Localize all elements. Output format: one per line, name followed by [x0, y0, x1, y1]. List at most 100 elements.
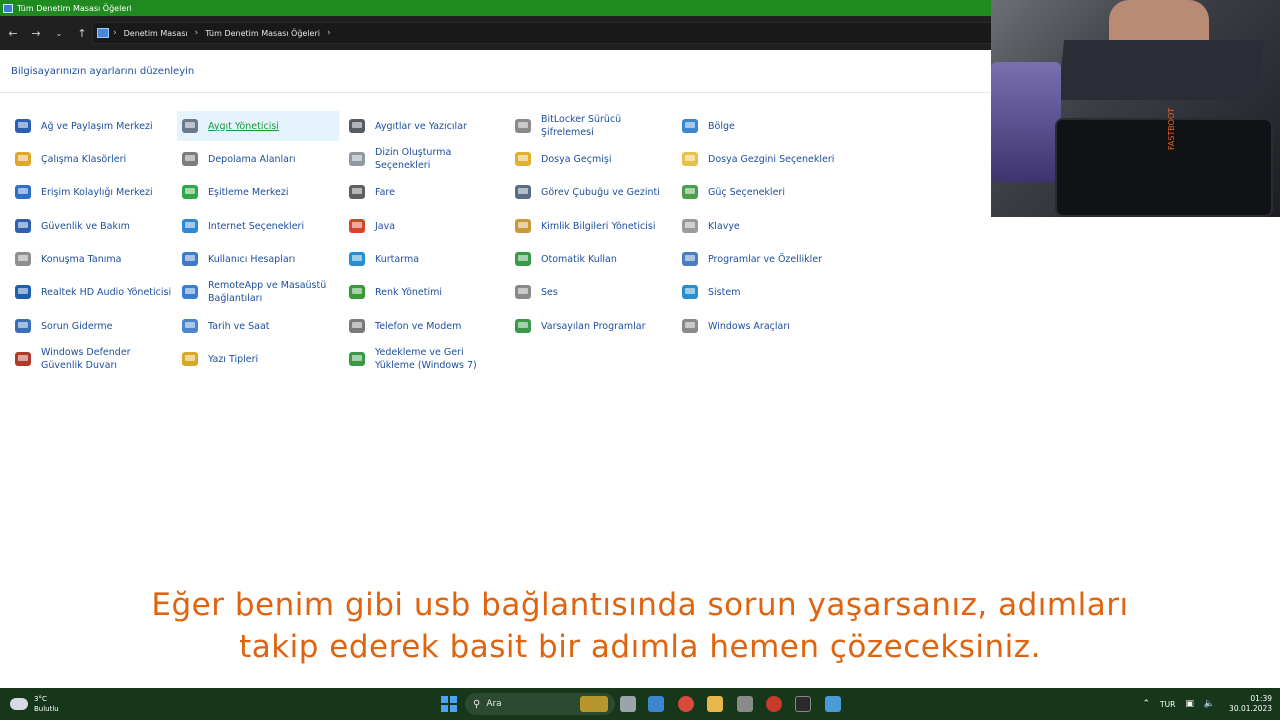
device — [1057, 40, 1265, 100]
recent-chevron-down-icon[interactable]: ⌄ — [49, 23, 69, 43]
breadcrumb-all-items[interactable]: Tüm Denetim Masası Öğeleri — [205, 29, 320, 38]
troubleshoot-icon — [13, 316, 33, 336]
cp-item[interactable]: Realtek HD Audio Yöneticisi — [10, 277, 172, 307]
cp-item[interactable]: Windows Defender Güvenlik Duvarı — [10, 344, 172, 374]
video-subtitle: Eğer benim gibi usb bağlantısında sorun … — [0, 584, 1280, 668]
cp-item[interactable]: Konuşma Tanıma — [10, 244, 172, 274]
default-programs-icon — [513, 316, 533, 336]
autoplay-icon — [513, 249, 533, 269]
cp-item[interactable]: Programlar ve Özellikler — [677, 244, 839, 274]
cp-item[interactable]: Yazı Tipleri — [177, 344, 339, 374]
color-management-icon — [347, 282, 367, 302]
cp-item-label: Görev Çubuğu ve Gezinti — [541, 186, 660, 198]
taskbar: 3°C Bulutlu ⚲ Ara ⌃ TUR ▣ 🔈 01:39 30.01.… — [0, 688, 1280, 720]
users-icon — [180, 249, 200, 269]
cp-item[interactable]: Aygıtlar ve Yazıcılar — [344, 111, 506, 141]
cp-item-label: Dosya Gezgini Seçenekleri — [708, 153, 835, 165]
clock-date: 30.01.2023 — [1229, 704, 1272, 713]
start-windows-icon[interactable] — [441, 696, 457, 712]
cp-item-label: Windows Defender Güvenlik Duvarı — [41, 347, 131, 371]
cp-item-label: Kurtarma — [375, 253, 420, 265]
cp-item[interactable]: Telefon ve Modem — [344, 311, 506, 341]
cp-item-label: Depolama Alanları — [208, 153, 296, 165]
up-arrow-icon[interactable]: ↑ — [72, 23, 92, 43]
cp-item[interactable]: Güç Seçenekleri — [677, 177, 839, 207]
cp-item[interactable]: RemoteApp ve Masaüstü Bağlantıları — [177, 277, 339, 307]
notepad-icon[interactable] — [648, 696, 664, 712]
back-arrow-icon[interactable]: ← — [3, 23, 23, 43]
cp-item-label: Konuşma Tanıma — [41, 253, 122, 265]
chevron-right-icon[interactable]: › — [195, 28, 199, 38]
network-icon[interactable]: ▣ — [1185, 699, 1194, 709]
phone-modem-icon — [347, 316, 367, 336]
cp-item[interactable]: Otomatik Kullan — [510, 244, 672, 274]
system-icon — [680, 282, 700, 302]
cp-item[interactable]: Eşitleme Merkezi — [177, 177, 339, 207]
sync-icon — [180, 182, 200, 202]
cp-item[interactable]: Fare — [344, 177, 506, 207]
cp-item[interactable]: Windows Araçları — [677, 311, 839, 341]
work-folders-icon — [13, 149, 33, 169]
subtitle-line-2: takip ederek basit bir adımla hemen çöze… — [239, 629, 1041, 665]
app-icon[interactable] — [766, 696, 782, 712]
java-icon — [347, 216, 367, 236]
terminal-icon[interactable] — [795, 696, 811, 712]
cp-item-label: BitLocker Sürücü Şifrelemesi — [541, 114, 622, 138]
task-view-icon[interactable] — [620, 696, 636, 712]
cp-item[interactable]: Tarih ve Saat — [177, 311, 339, 341]
cp-item[interactable]: Kurtarma — [344, 244, 506, 274]
bitlocker-icon — [513, 116, 533, 136]
cp-item[interactable]: Görev Çubuğu ve Gezinti — [510, 177, 672, 207]
address-box[interactable]: › Denetim Masası › Tüm Denetim Masası Öğ… — [92, 22, 992, 44]
cp-item[interactable]: Erişim Kolaylığı Merkezi — [10, 177, 172, 207]
clock[interactable]: 01:39 30.01.2023 — [1229, 694, 1272, 714]
forward-arrow-icon[interactable]: → — [26, 23, 46, 43]
cp-item[interactable]: Bölge — [677, 111, 839, 141]
file-explorer-icon[interactable] — [707, 696, 723, 712]
internet-options-icon — [180, 216, 200, 236]
cp-item[interactable]: Çalışma Klasörleri — [10, 144, 172, 174]
recovery-icon — [347, 249, 367, 269]
cp-item[interactable]: BitLocker Sürücü Şifrelemesi — [510, 111, 672, 141]
volume-icon[interactable]: 🔈 — [1204, 699, 1215, 709]
cp-item[interactable]: Klavye — [677, 211, 839, 241]
cp-item[interactable]: Aygıt Yöneticisi — [177, 111, 339, 141]
network-icon — [13, 116, 33, 136]
cp-item[interactable]: Sorun Giderme — [10, 311, 172, 341]
cp-item[interactable]: Ağ ve Paylaşım Merkezi — [10, 111, 172, 141]
language-indicator[interactable]: TUR — [1160, 700, 1175, 709]
cp-item[interactable]: Kimlik Bilgileri Yöneticisi — [510, 211, 672, 241]
cp-item[interactable]: Depolama Alanları — [177, 144, 339, 174]
chevron-up-icon[interactable]: ⌃ — [1142, 699, 1150, 709]
chrome-icon[interactable] — [678, 696, 694, 712]
cp-item[interactable]: Kullanıcı Hesapları — [177, 244, 339, 274]
weather-widget[interactable]: 3°C Bulutlu — [10, 688, 59, 720]
cp-item-label: Tarih ve Saat — [208, 320, 270, 332]
tools-icon — [680, 316, 700, 336]
cp-item[interactable]: Yedekleme ve Geri Yükleme (Windows 7) — [344, 344, 506, 374]
printer-icon — [347, 116, 367, 136]
divider — [0, 92, 990, 93]
cp-item-label: Dizin Oluşturma Seçenekleri — [375, 147, 452, 171]
cp-item[interactable]: Güvenlik ve Bakım — [10, 211, 172, 241]
chevron-right-icon[interactable]: › — [327, 28, 331, 38]
credential-icon — [513, 216, 533, 236]
cp-item[interactable]: Dizin Oluşturma Seçenekleri — [344, 144, 506, 174]
cp-item[interactable]: Dosya Gezgini Seçenekleri — [677, 144, 839, 174]
cp-item[interactable]: Sistem — [677, 277, 839, 307]
cp-item[interactable]: Varsayılan Programlar — [510, 311, 672, 341]
cp-item[interactable]: Dosya Geçmişi — [510, 144, 672, 174]
breadcrumb-control-panel[interactable]: Denetim Masası — [124, 29, 188, 38]
cp-item[interactable]: Renk Yönetimi — [344, 277, 506, 307]
chevron-right-icon[interactable]: › — [113, 28, 117, 38]
microphone-icon — [13, 249, 33, 269]
cp-item[interactable]: Ses — [510, 277, 672, 307]
usb-tool-icon[interactable] — [737, 696, 753, 712]
cp-item-label: Java — [375, 220, 396, 232]
indexing-icon — [347, 149, 367, 169]
cp-item[interactable]: Java — [344, 211, 506, 241]
control-panel-taskbar-icon[interactable] — [825, 696, 841, 712]
cp-item-label: Fare — [375, 186, 395, 198]
search-highlight-icon[interactable] — [580, 696, 608, 712]
cp-item[interactable]: Internet Seçenekleri — [177, 211, 339, 241]
